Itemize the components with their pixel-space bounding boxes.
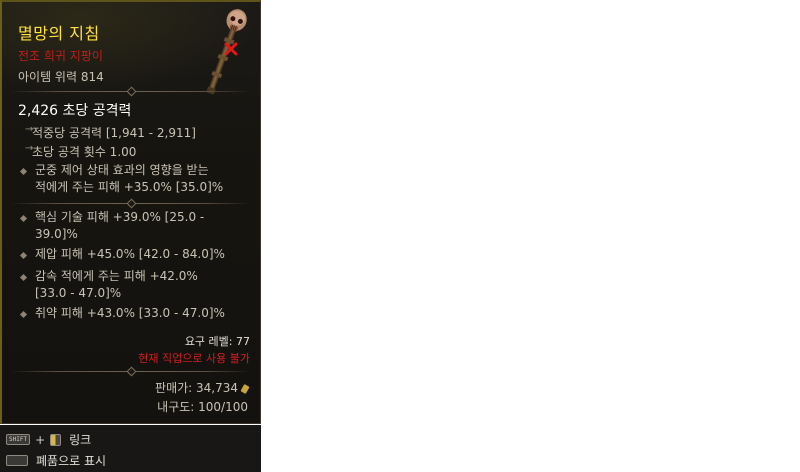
- link-hint-label: 링크: [69, 433, 92, 447]
- gold-coin-icon: [240, 383, 250, 394]
- branch-arrow-icon: →: [25, 124, 34, 135]
- affix-bullet-icon: [19, 310, 28, 319]
- mark-as-junk-hint[interactable]: 폐품으로 표시: [6, 452, 106, 469]
- affix-2-line-1: 제압 피해 +45.0% [42.0 - 84.0]%: [35, 247, 225, 261]
- left-mouse-icon: [50, 433, 62, 446]
- affix-4-line-1: 취약 피해 +43.0% [33.0 - 47.0]%: [35, 306, 225, 320]
- affix-bullet-icon: [19, 214, 28, 223]
- item-dps: 2,426 초당 공격력: [18, 103, 132, 119]
- shift-key-icon: SHIFT: [6, 434, 31, 445]
- sell-value: 판매가: 34,734: [155, 379, 250, 396]
- implicit-affix-line-2: 적에게 주는 피해 +35.0% [35.0]%: [35, 180, 224, 194]
- affix-bullet-icon: [19, 273, 28, 282]
- section-divider: [10, 198, 252, 209]
- item-name: 멸망의 지침: [18, 24, 100, 43]
- required-level: 요구 레벨: 77: [184, 335, 250, 348]
- item-power: 아이템 위력 814: [18, 70, 104, 84]
- implicit-affix-line-1: 군중 제어 상태 효과의 영향을 받는: [35, 163, 209, 177]
- link-hint[interactable]: SHIFT + 링크: [6, 431, 91, 448]
- section-divider: [10, 86, 252, 97]
- affix-1-line-1: 핵심 기술 피해 +39.0% [25.0 -: [35, 210, 205, 224]
- hint-bar: SHIFT + 링크 폐품으로 표시: [0, 425, 261, 472]
- section-divider: [10, 366, 252, 377]
- skull-staff-icon: [206, 9, 247, 95]
- item-tooltip: 멸망의 지침 전조 희귀 지팡이 아이템 위력 814 2,426 초당 공격력…: [0, 0, 261, 424]
- attacks-per-second: → 초당 공격 횟수 1.00: [25, 143, 137, 160]
- affix-bullet-icon: [19, 251, 28, 260]
- mark-as-junk-label: 폐품으로 표시: [36, 454, 107, 468]
- affix-3-line-2: [33.0 - 47.0]%: [35, 286, 122, 300]
- item-rarity-type: 전조 희귀 지팡이: [18, 49, 103, 63]
- plus-sign: +: [35, 432, 46, 447]
- damage-per-hit: → 적중당 공격력 [1,941 - 2,911]: [25, 124, 196, 141]
- durability: 내구도: 100/100: [157, 400, 248, 414]
- affix-3-line-1: 감속 적에게 주는 피해 +42.0%: [35, 269, 198, 283]
- sell-value-text: 판매가: 34,734: [155, 381, 238, 395]
- affix-bullet-icon: [19, 167, 28, 176]
- affix-1-line-2: 39.0]%: [35, 227, 78, 241]
- keyboard-key-icon: [6, 455, 28, 466]
- attacks-per-second-text: 초당 공격 횟수 1.00: [32, 145, 137, 159]
- damage-per-hit-text: 적중당 공격력 [1,941 - 2,911]: [32, 126, 196, 140]
- class-restriction: 현재 직업으로 사용 불가: [138, 352, 250, 365]
- branch-arrow-icon: →: [25, 143, 34, 154]
